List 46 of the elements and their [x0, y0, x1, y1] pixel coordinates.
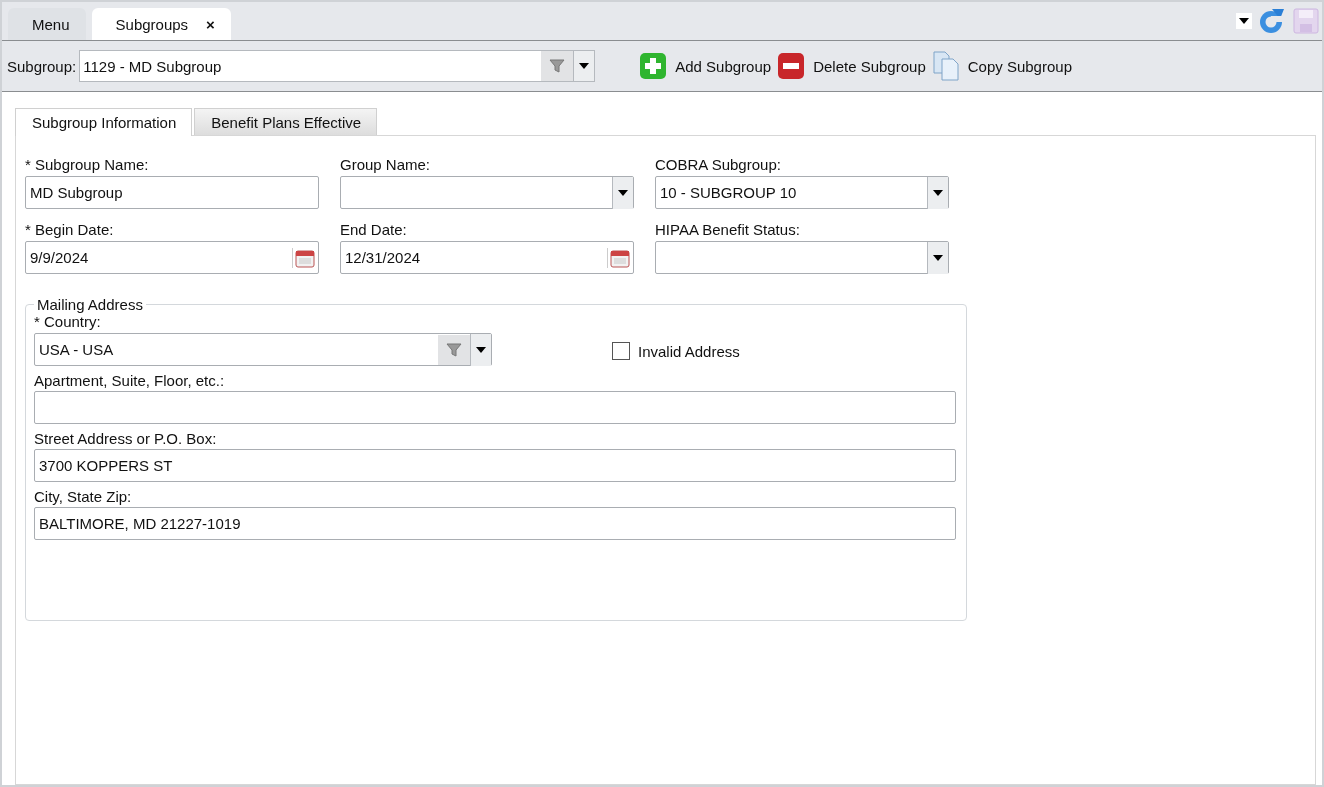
document-tab[interactable]: Subgroups ×: [91, 8, 231, 40]
calendar-icon[interactable]: [292, 247, 315, 268]
dropdown-icon[interactable]: [927, 241, 948, 274]
dropdown-field[interactable]: 10 - SUBGROUP 10: [655, 176, 949, 209]
field-label: End Date:: [340, 221, 408, 238]
dropdown-field[interactable]: [655, 241, 949, 274]
dropdown-icon[interactable]: [573, 51, 595, 81]
input-field[interactable]: [34, 391, 956, 424]
dropdown-icon[interactable]: [1236, 13, 1252, 29]
field-label: COBRA Subgroup:: [655, 156, 782, 173]
copy-icon: [931, 51, 960, 81]
subgroup-picker[interactable]: 1129 - MD Subgroup: [79, 50, 596, 82]
tab[interactable]: Benefit Plans Effective: [194, 108, 378, 136]
field-label: Group Name:: [340, 156, 432, 173]
field-label: * Subgroup Name:: [25, 156, 150, 173]
add-button[interactable]: Add Subgroup: [639, 52, 772, 80]
picker-label: Subgroup:: [7, 57, 77, 75]
filter-icon[interactable]: [438, 334, 470, 365]
copy-button[interactable]: Copy Subgroup: [931, 51, 1072, 81]
field-label: Apartment, Suite, Floor, etc.:: [34, 372, 226, 389]
group-title: Mailing Address: [36, 296, 144, 313]
document-tab[interactable]: Menu: [8, 8, 86, 40]
date-field[interactable]: 12/31/2024: [340, 241, 634, 274]
dropdown-icon[interactable]: [612, 176, 633, 209]
refresh-icon[interactable]: [1258, 7, 1286, 35]
dropdown-icon[interactable]: [470, 333, 491, 366]
checkbox[interactable]: [612, 342, 630, 360]
checkbox-label: Invalid Address: [638, 342, 740, 360]
field-label: HIPAA Benefit Status:: [655, 221, 801, 238]
field-label: * Country:: [34, 313, 102, 330]
close-icon[interactable]: ×: [206, 15, 215, 33]
dropdown-field[interactable]: [340, 176, 634, 209]
minus-icon: [777, 52, 806, 80]
date-field[interactable]: 9/9/2024: [25, 241, 319, 274]
input-field[interactable]: BALTIMORE, MD 21227-1019: [34, 507, 956, 540]
delete-button[interactable]: Delete Subgroup: [777, 52, 926, 80]
field-label: City, State Zip:: [34, 488, 133, 505]
input-field[interactable]: 3700 KOPPERS ST: [34, 449, 956, 482]
field-label: Street Address or P.O. Box:: [34, 430, 218, 447]
country-picker[interactable]: USA - USA: [34, 333, 492, 366]
dropdown-icon[interactable]: [927, 176, 948, 209]
field-label: * Begin Date:: [25, 221, 115, 238]
tab[interactable]: Subgroup Information: [15, 108, 193, 136]
plus-icon: [639, 52, 668, 80]
input-field[interactable]: MD Subgroup: [25, 176, 319, 209]
calendar-icon[interactable]: [607, 247, 630, 268]
